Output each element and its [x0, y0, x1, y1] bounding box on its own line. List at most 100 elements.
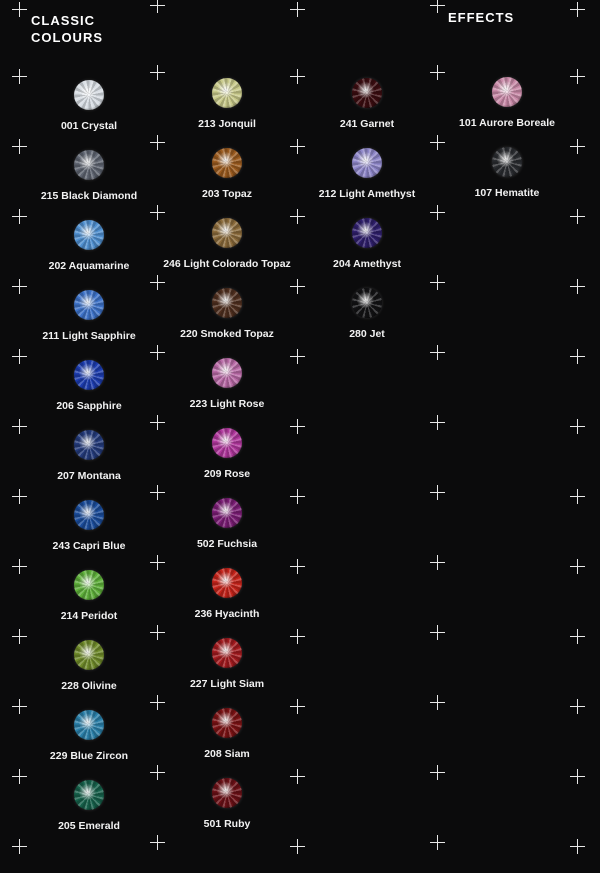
crosshair-mark-icon: [12, 2, 27, 17]
colour-swatch: 227 Light Siam: [152, 638, 302, 708]
colour-label: 001 Crystal: [60, 120, 118, 132]
crosshair-mark-icon: [570, 419, 585, 434]
crystal-stone-icon: [352, 78, 382, 108]
colour-label: 211 Light Sapphire: [42, 330, 136, 342]
colour-label: 202 Aquamarine: [48, 260, 130, 272]
crosshair-mark-icon: [430, 835, 445, 850]
colour-label: 209 Rose: [203, 468, 251, 480]
crystal-stone-icon: [74, 220, 104, 250]
crystal-stone-icon: [492, 147, 522, 177]
crystal-stone-icon: [212, 638, 242, 668]
colour-swatch: 501 Ruby: [152, 778, 302, 848]
crystal-stone-icon: [74, 780, 104, 810]
colour-label: 208 Siam: [204, 748, 250, 760]
crosshair-mark-icon: [430, 485, 445, 500]
crosshair-mark-icon: [430, 765, 445, 780]
crystal-stone-icon: [212, 568, 242, 598]
classic-colours-heading: CLASSIC COLOURS: [31, 13, 103, 45]
crosshair-mark-icon: [290, 2, 305, 17]
crosshair-mark-icon: [570, 769, 585, 784]
colour-swatch: 229 Blue Zircon: [14, 710, 164, 780]
colour-swatch: 206 Sapphire: [14, 360, 164, 430]
colour-swatch: 204 Amethyst: [292, 218, 442, 288]
colour-label: 101 Aurore Boreale: [459, 117, 555, 129]
colour-label: 212 Light Amethyst: [318, 188, 416, 200]
colour-label: 223 Light Rose: [189, 398, 265, 410]
colour-swatch: 502 Fuchsia: [152, 498, 302, 568]
crosshair-mark-icon: [430, 555, 445, 570]
colour-swatch: 208 Siam: [152, 708, 302, 778]
crystal-stone-icon: [74, 570, 104, 600]
colour-label: 502 Fuchsia: [196, 538, 258, 550]
crystal-stone-icon: [74, 500, 104, 530]
colour-swatch: 241 Garnet: [292, 78, 442, 148]
colour-swatch: 203 Topaz: [152, 148, 302, 218]
crystal-stone-icon: [212, 358, 242, 388]
crystal-stone-icon: [74, 710, 104, 740]
crystal-stone-icon: [74, 80, 104, 110]
crosshair-mark-icon: [430, 0, 445, 13]
colour-label: 204 Amethyst: [333, 258, 401, 270]
colour-swatch: 223 Light Rose: [152, 358, 302, 428]
colour-label: 214 Peridot: [60, 610, 118, 622]
colour-label: 206 Sapphire: [56, 400, 122, 412]
crystal-stone-icon: [212, 288, 242, 318]
colour-label: 228 Olivine: [61, 680, 117, 692]
colour-swatch: 205 Emerald: [14, 780, 164, 850]
colour-label: 215 Black Diamond: [40, 190, 138, 202]
colour-label: 241 Garnet: [339, 118, 395, 130]
colour-label: 246 Light Colorado Topaz: [163, 258, 291, 270]
crosshair-mark-icon: [430, 625, 445, 640]
crystal-stone-icon: [212, 218, 242, 248]
crystal-stone-icon: [74, 360, 104, 390]
colour-swatch: 202 Aquamarine: [14, 220, 164, 290]
colour-swatch: 213 Jonquil: [152, 78, 302, 148]
crystal-stone-icon: [74, 640, 104, 670]
colour-swatch: 211 Light Sapphire: [14, 290, 164, 360]
colour-swatch: 236 Hyacinth: [152, 568, 302, 638]
crosshair-mark-icon: [570, 349, 585, 364]
colour-label: 229 Blue Zircon: [49, 750, 129, 762]
crosshair-mark-icon: [570, 839, 585, 854]
colour-label: 207 Montana: [57, 470, 121, 482]
colour-label: 280 Jet: [349, 328, 385, 340]
colour-label: 205 Emerald: [58, 820, 120, 832]
colour-label: 236 Hyacinth: [194, 608, 260, 620]
crystal-stone-icon: [212, 148, 242, 178]
effects-heading: EFFECTS: [448, 10, 515, 25]
colour-swatch: 243 Capri Blue: [14, 500, 164, 570]
colour-swatch: 107 Hematite: [432, 147, 582, 217]
colour-swatch: 215 Black Diamond: [14, 150, 164, 220]
crosshair-mark-icon: [430, 695, 445, 710]
crosshair-mark-icon: [150, 0, 165, 13]
colour-label: 107 Hematite: [474, 187, 540, 199]
colour-label: 243 Capri Blue: [52, 540, 126, 552]
crystal-stone-icon: [212, 428, 242, 458]
crystal-stone-icon: [212, 708, 242, 738]
colour-label: 501 Ruby: [203, 818, 251, 830]
colour-chart: CLASSIC COLOURS EFFECTS 001 Crystal 215 B…: [0, 0, 600, 873]
crosshair-mark-icon: [570, 279, 585, 294]
colour-label: 213 Jonquil: [198, 118, 256, 130]
crystal-stone-icon: [74, 290, 104, 320]
crosshair-mark-icon: [570, 629, 585, 644]
crosshair-mark-icon: [430, 415, 445, 430]
crystal-stone-icon: [212, 778, 242, 808]
colour-swatch: 228 Olivine: [14, 640, 164, 710]
crystal-stone-icon: [492, 77, 522, 107]
colour-label: 220 Smoked Topaz: [180, 328, 274, 340]
colour-swatch: 246 Light Colorado Topaz: [152, 218, 302, 288]
crystal-stone-icon: [352, 218, 382, 248]
crystal-stone-icon: [212, 498, 242, 528]
colour-swatch: 220 Smoked Topaz: [152, 288, 302, 358]
crosshair-mark-icon: [570, 699, 585, 714]
crystal-stone-icon: [352, 288, 382, 318]
crystal-stone-icon: [212, 78, 242, 108]
colour-swatch: 280 Jet: [292, 288, 442, 358]
colour-label: 227 Light Siam: [189, 678, 265, 690]
colour-swatch: 214 Peridot: [14, 570, 164, 640]
colour-label: 203 Topaz: [202, 188, 252, 200]
colour-swatch: 207 Montana: [14, 430, 164, 500]
crosshair-mark-icon: [570, 2, 585, 17]
colour-swatch: 209 Rose: [152, 428, 302, 498]
